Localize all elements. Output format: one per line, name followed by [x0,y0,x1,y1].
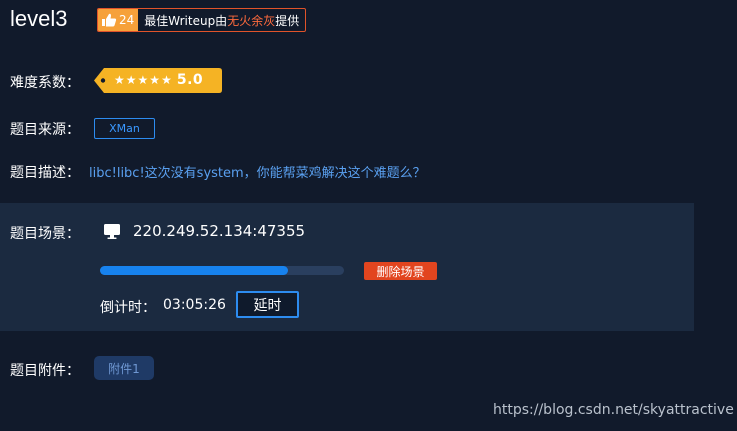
star-icon: ★ [114,73,125,87]
source-label: 题目来源： [10,122,80,138]
like-count: 24 [119,13,135,27]
difficulty-stars: ★ ★ ★ ★ ★ 5.0 [114,71,203,90]
star-icon: ★ [149,73,161,87]
countdown-value: 03:05:26 [163,297,226,313]
difficulty-score: 5.0 [176,72,204,88]
progress-fill [100,266,288,275]
description-label: 题目描述： [10,165,80,181]
difficulty-rating: ★ ★ ★ ★ ★ 5.0 [94,68,222,93]
scene-label: 题目场景： [10,226,80,242]
writeup-prefix: 最佳Writeup由 [144,13,228,28]
writeup-badge-text: 最佳Writeup由无火余灰提供 [138,12,305,29]
star-icon: ★ [137,73,149,87]
star-icon: ★ [161,73,172,87]
attachments-label: 题目附件： [10,363,80,379]
challenge-title: level3 [10,6,68,31]
best-writeup-badge[interactable]: 24 最佳Writeup由无火余灰提供 [97,8,307,32]
writeup-author-link[interactable]: 无火余灰 [227,14,275,28]
challenge-page: level3 24 最佳Writeup由无火余灰提供 难度系数： ★ ★ ★ ★… [0,0,737,431]
scene-timer-progress [100,266,344,275]
delete-scene-button[interactable]: 删除场景 [364,262,437,280]
star-icon: ★ [125,73,137,87]
monitor-icon [104,224,120,239]
scene-address[interactable]: 220.249.52.134:47355 [133,222,305,240]
attachment-button[interactable]: 附件1 [94,356,154,380]
extend-time-button[interactable]: 延时 [236,291,299,318]
thumbs-up-icon [102,13,117,27]
source-tag[interactable]: XMan [94,118,155,139]
writeup-suffix: 提供 [275,13,300,28]
description-text: libc!libc!这次没有system，你能帮菜鸡解决这个难题么？ [89,166,426,181]
like-counter[interactable]: 24 [98,9,139,31]
countdown-label: 倒计时： [100,300,156,316]
difficulty-label: 难度系数： [10,75,80,91]
watermark-url: https://blog.csdn.net/skyattractive [493,402,734,418]
